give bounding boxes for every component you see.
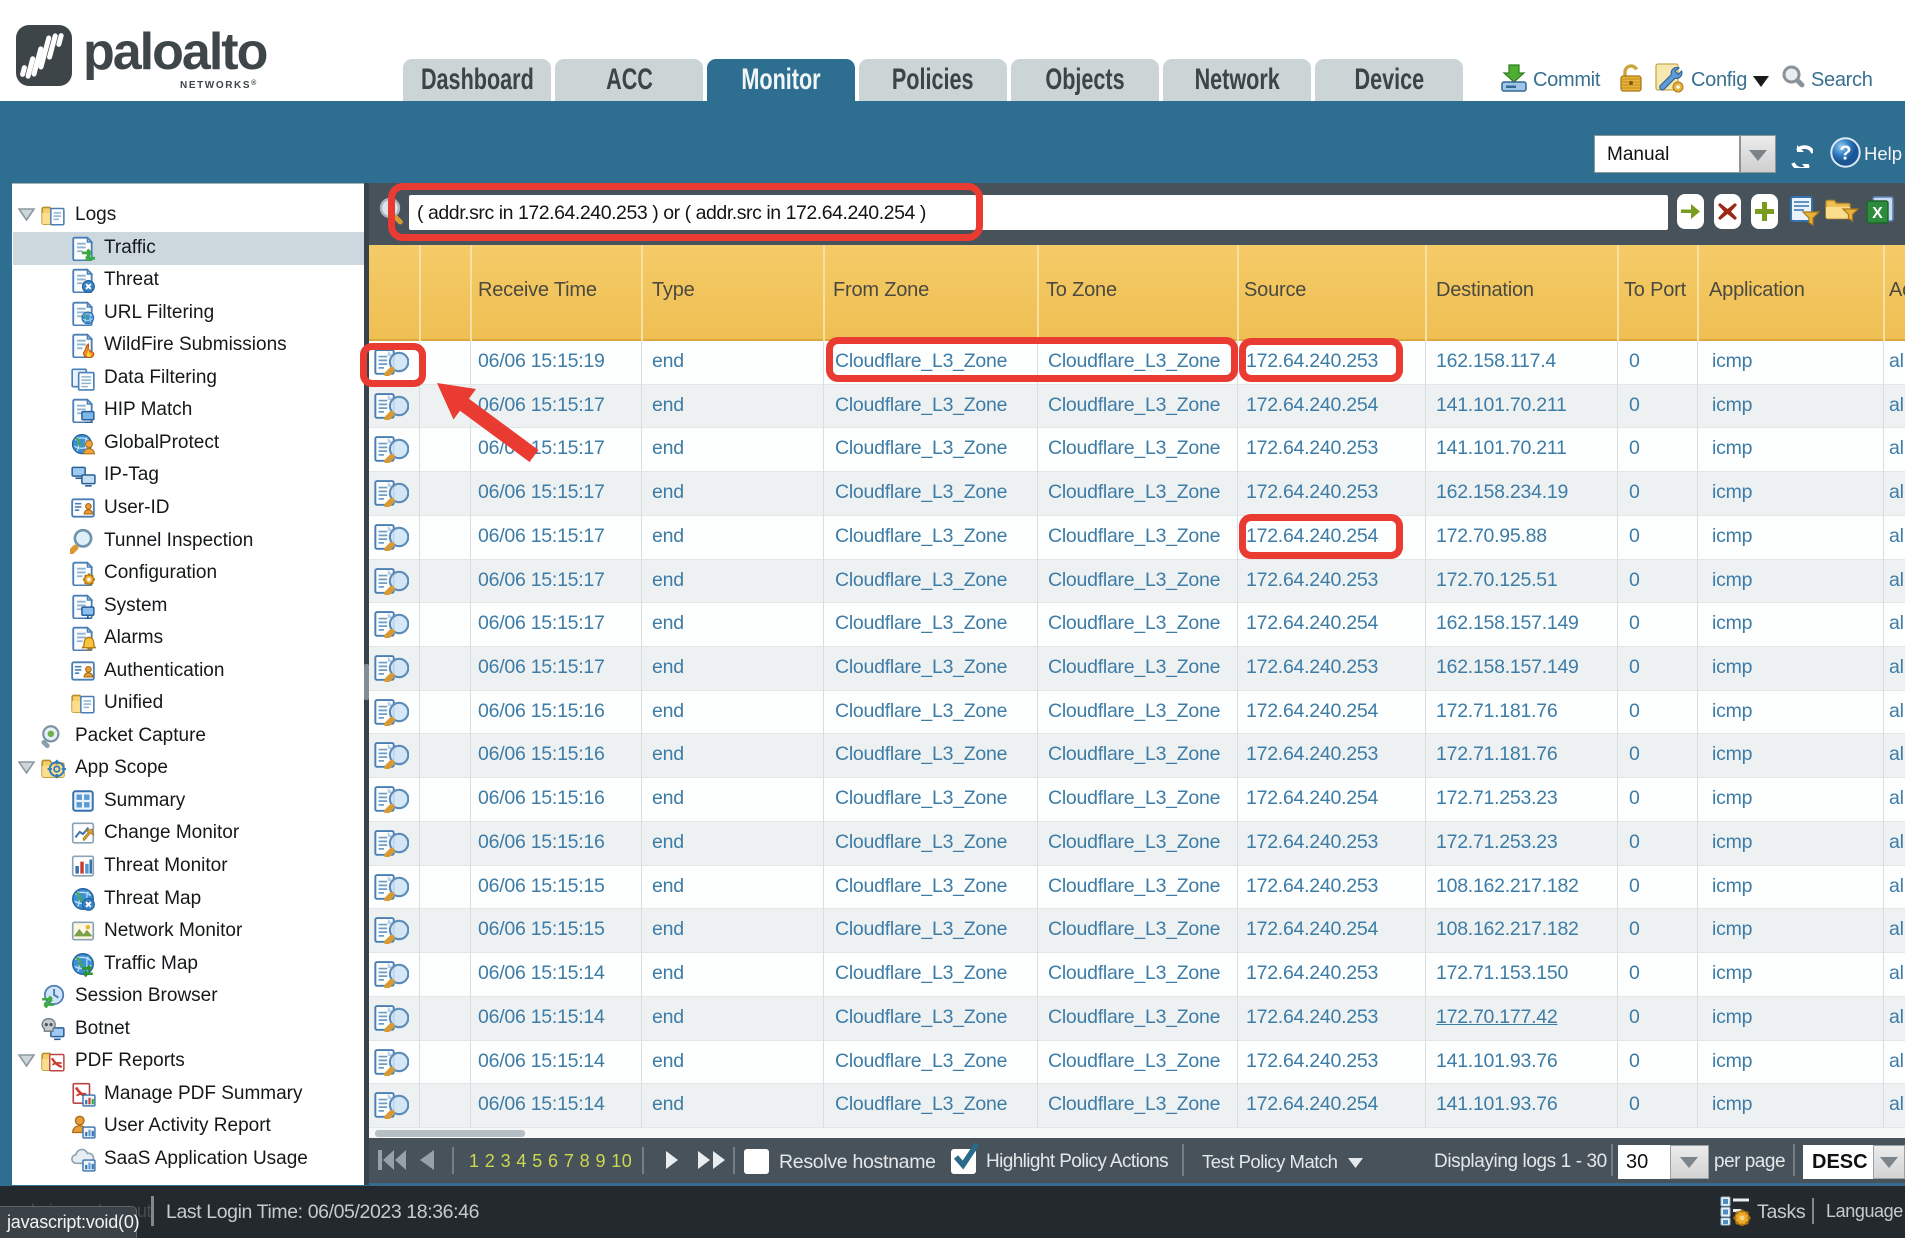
svg-text:X: X bbox=[1872, 205, 1883, 222]
svg-text:?: ? bbox=[1839, 143, 1851, 165]
